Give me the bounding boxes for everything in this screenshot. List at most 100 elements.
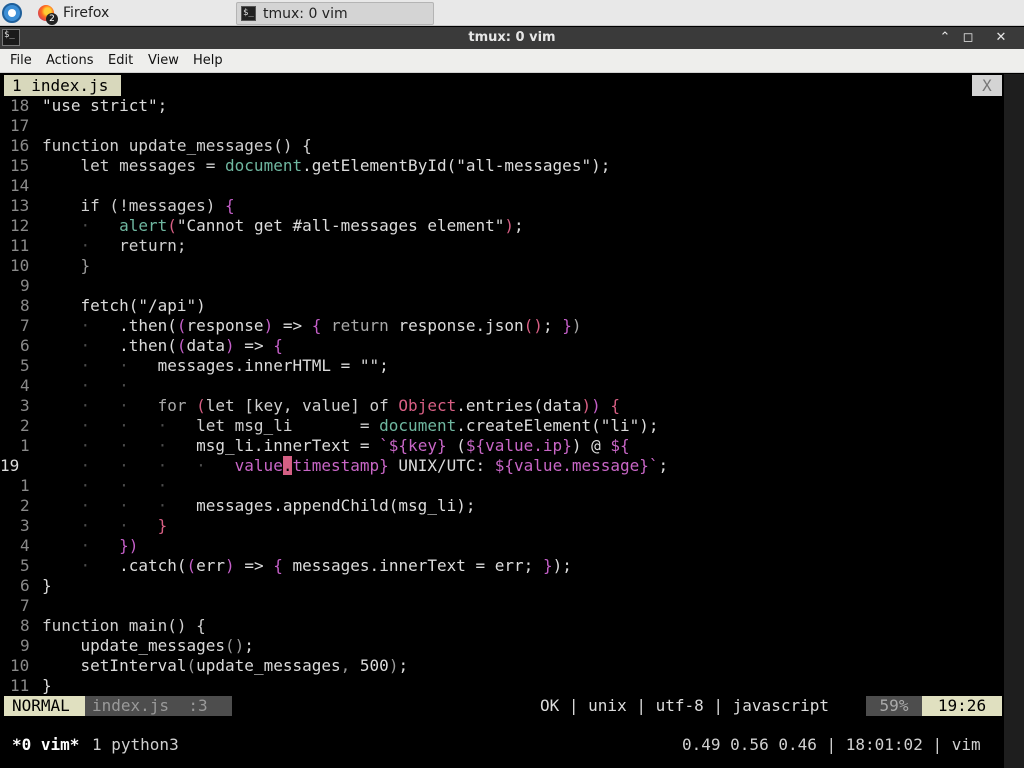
menu-edit[interactable]: Edit [108, 49, 133, 73]
token: "all-messages" [456, 156, 592, 175]
code-line[interactable]: 9 update_messages(); [0, 636, 1004, 656]
code-line[interactable]: 4 · }) [0, 536, 1004, 556]
menu-actions[interactable]: Actions [46, 49, 94, 73]
token: ( [186, 656, 197, 675]
code-line[interactable]: 13 if (!messages) { [0, 196, 1004, 216]
token: { [311, 316, 322, 335]
code-line[interactable]: 10 } [0, 256, 1004, 276]
taskbar-item-label: Firefox [63, 5, 110, 21]
token: .catch( [119, 556, 187, 575]
code-text: fetch("/api") [42, 296, 206, 316]
token: ); [552, 556, 572, 575]
tab-close-button[interactable]: X [972, 75, 1002, 96]
start-menu-icon[interactable] [2, 3, 22, 23]
code-line[interactable]: 8 fetch("/api") [0, 296, 1004, 316]
taskbar-item-tmux[interactable]: $_ tmux: 0 vim [236, 2, 434, 25]
code-line[interactable]: 2 · · · messages.appendChild(msg_li); [0, 496, 1004, 516]
token: ) [196, 296, 206, 315]
line-number: 8 [20, 296, 30, 315]
line-number: 17 [10, 116, 30, 135]
token: document [225, 156, 303, 175]
token: "/api" [138, 296, 197, 315]
token: { [600, 396, 620, 415]
code-line[interactable]: 17 [0, 116, 1004, 136]
menu-file[interactable]: File [10, 49, 32, 73]
code-line[interactable]: 7 · .then((response) => { return respons… [0, 316, 1004, 336]
window-titlebar[interactable]: $_ tmux: 0 vim ⌃ ◻ ✕ [0, 27, 1024, 49]
maximize-button[interactable]: ◻ [958, 27, 978, 49]
token: ); [591, 156, 611, 175]
token: ) @ [571, 436, 611, 455]
token: · · · [42, 436, 197, 455]
line-number: 3 [20, 396, 30, 415]
token: "li" [600, 416, 640, 435]
code-line[interactable]: 3 · · for (let [key, value] of Object.en… [0, 396, 1004, 416]
code-line[interactable]: 4 · · [0, 376, 1004, 396]
minimize-button[interactable]: ⌃ [935, 27, 955, 49]
token: { [273, 556, 283, 575]
token: ${value.message}` [494, 456, 659, 475]
token: return [321, 316, 399, 335]
token: .getElementById( [302, 156, 457, 175]
code-line[interactable]: 11 · return; [0, 236, 1004, 256]
tmux-window-active[interactable]: *0 vim* [12, 734, 79, 756]
line-number: 4 [20, 376, 30, 395]
code-line[interactable]: 12 · alert("Cannot get #all-messages ele… [0, 216, 1004, 236]
code-line[interactable]: 1 · · · msg_li.innerText = `${key} (${va… [0, 436, 1004, 456]
cursor-position: 19:26 [922, 696, 1002, 716]
code-line[interactable]: 14 [0, 176, 1004, 196]
code-line[interactable]: 5 · .catch((err) => { messages.innerText… [0, 556, 1004, 576]
token: ; [514, 216, 524, 235]
code-line[interactable]: 16 function update_messages() { [0, 136, 1004, 156]
code-line[interactable]: 8 function main() { [0, 616, 1004, 636]
line-number: 1 [20, 436, 30, 455]
token: ) [504, 216, 515, 235]
token: => [234, 336, 274, 355]
code-line[interactable]: 6 · .then((data) => { [0, 336, 1004, 356]
code-line[interactable]: 11} [0, 676, 1004, 696]
window-count-badge: 2 [46, 13, 58, 25]
token: () [523, 316, 543, 335]
token: messages.appendChild(msg_li); [196, 496, 476, 515]
tmux-statusbar: *0 vim* 1 python3 0.49 0.56 0.46 | 18:01… [0, 734, 1004, 756]
token: => [234, 556, 274, 575]
code-line[interactable]: 5 · · messages.innerHTML = ""; [0, 356, 1004, 376]
line-number: 10 [10, 656, 30, 675]
menu-view[interactable]: View [148, 49, 179, 73]
token: , [340, 656, 360, 675]
token: { [225, 196, 235, 215]
terminal-area[interactable]: 1 index.js X 18 "use strict"; 17 16 function… [0, 74, 1024, 768]
token: messages.innerText = err; [282, 556, 543, 575]
code-text: · · · [42, 476, 168, 496]
token: ) [591, 396, 601, 415]
token: · · · [42, 416, 197, 435]
menu-help[interactable]: Help [193, 49, 223, 73]
code-line[interactable]: 10 setInterval(update_messages, 500); [0, 656, 1004, 676]
code-text: · · } [42, 516, 168, 536]
code-line[interactable]: 15 let messages = document.getElementByI… [0, 156, 1004, 176]
code-line[interactable]: 3 · · } [0, 516, 1004, 536]
close-button[interactable]: ✕ [981, 27, 1021, 49]
token: ) [225, 336, 235, 355]
taskbar-item-firefox[interactable]: 2 Firefox [34, 2, 230, 25]
token: ; [398, 656, 409, 675]
code-line[interactable]: 1 · · · [0, 476, 1004, 496]
token: ) [581, 396, 592, 415]
token: } [562, 316, 572, 335]
tab-index-js[interactable]: 1 index.js [4, 75, 121, 96]
tmux-window-python3[interactable]: 1 python3 [92, 734, 179, 756]
token: "use strict"; [42, 96, 168, 115]
token: response [186, 316, 264, 335]
code-line[interactable]: 2 · · · let msg_li = document.createElem… [0, 416, 1004, 436]
terminal-scrollbar[interactable] [1004, 74, 1024, 768]
token: timestamp} [292, 456, 389, 475]
code-line[interactable]: 18 "use strict"; [0, 96, 1004, 116]
editor-buffer[interactable]: 18 "use strict"; 17 16 function update_messa… [0, 96, 1004, 696]
code-line[interactable]: 19 · · · · value.timestamp} UNIX/UTC: ${… [0, 456, 1004, 476]
code-text: update_messages(); [42, 636, 254, 656]
code-text: · }) [42, 536, 139, 556]
code-line[interactable]: 9 [0, 276, 1004, 296]
token: ${value.ip} [465, 436, 572, 455]
code-line[interactable]: 6} [0, 576, 1004, 596]
code-line[interactable]: 7 [0, 596, 1004, 616]
